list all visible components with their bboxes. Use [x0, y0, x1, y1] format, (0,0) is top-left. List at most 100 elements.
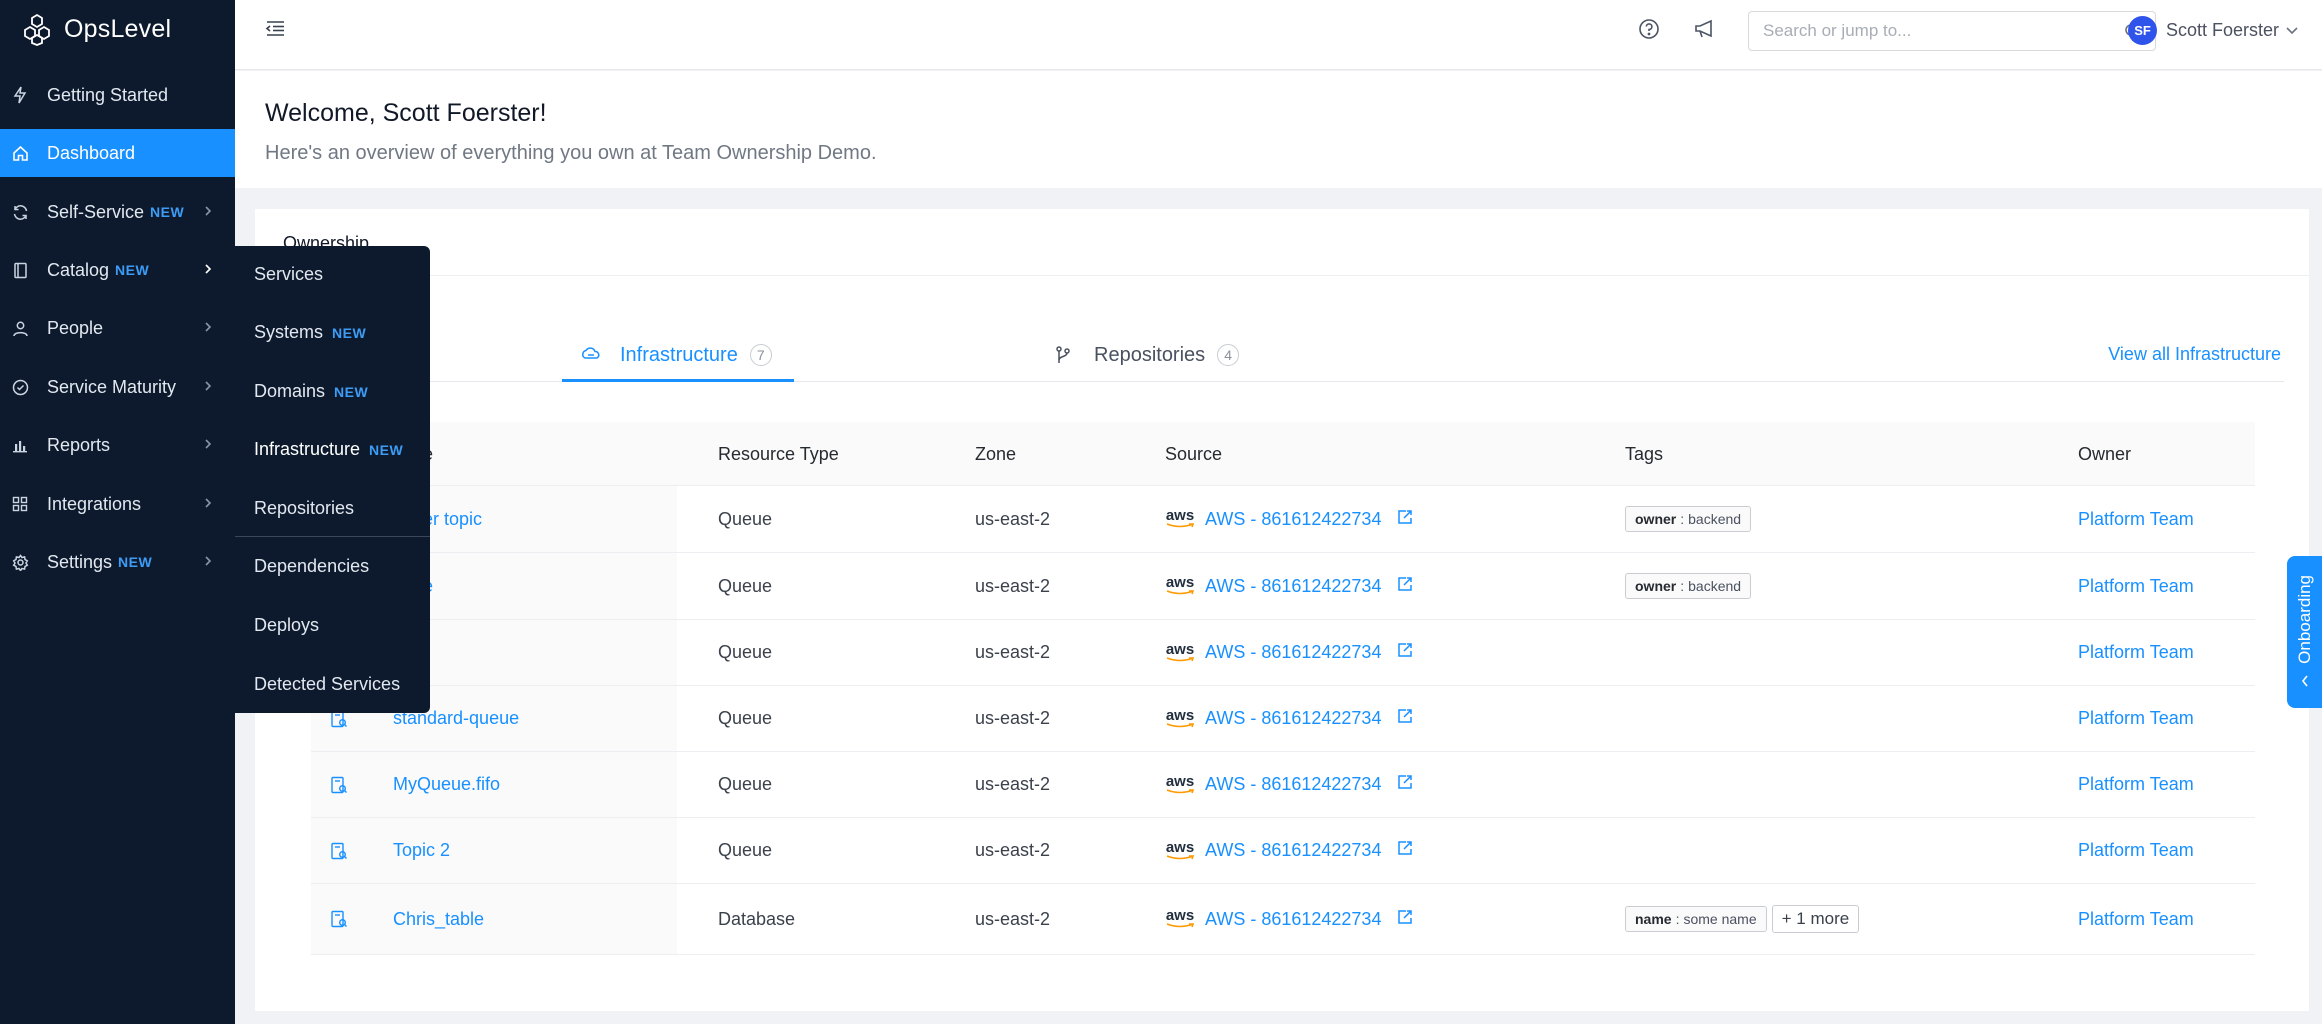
collapse-menu-icon[interactable]: [265, 18, 286, 39]
source-link[interactable]: AWS - 861612422734: [1205, 774, 1381, 795]
home-icon: [11, 144, 29, 162]
lightning-icon: [11, 86, 29, 104]
sidebar-item-settings[interactable]: Settings NEW: [0, 538, 235, 586]
source-cell: aws AWS - 861612422734: [1165, 620, 1413, 685]
new-badge: NEW: [334, 383, 369, 400]
tag-chip[interactable]: owner: backend: [1625, 573, 1752, 599]
zone: us-east-2: [975, 908, 1051, 929]
owner-link[interactable]: Platform Team: [2078, 884, 2194, 954]
owner-link[interactable]: Platform Team: [2078, 686, 2194, 751]
tags-cell: name: some name + 1 more: [1625, 884, 1860, 954]
owner-link[interactable]: Platform Team: [2078, 553, 2194, 619]
tags-cell: owner: backend: [1625, 553, 1752, 619]
search-box[interactable]: [1748, 11, 2156, 51]
external-link-icon[interactable]: [1397, 509, 1413, 530]
resource-name-link[interactable]: Topic 2: [393, 818, 450, 883]
catalog-submenu: Services Systems NEW Domains NEW Infrast…: [235, 246, 430, 713]
external-link-icon[interactable]: [1397, 708, 1413, 729]
column-header-resource-type[interactable]: Resource Type: [718, 422, 839, 486]
sidebar-item-getting-started[interactable]: Getting Started: [0, 71, 235, 119]
chevron-left-icon: [2301, 675, 2308, 687]
submenu-item-repositories[interactable]: Repositories: [254, 498, 354, 519]
table-row: Chris_table Database us-east-2 aws AWS - 861…: [311, 884, 2255, 955]
owner-link[interactable]: Platform Team: [2078, 620, 2194, 685]
column-header-source[interactable]: Source: [1165, 422, 1222, 486]
table-header: e Resource Type Zone Source Tags Owner: [311, 422, 2255, 486]
aws-logo-text: aws: [1165, 772, 1195, 790]
tag-key: owner: [1635, 578, 1677, 594]
view-all-infrastructure-link[interactable]: View all Infrastructure: [2108, 329, 2281, 379]
source-link[interactable]: AWS - 861612422734: [1205, 840, 1381, 861]
bar-chart-icon: [11, 436, 29, 454]
opslevel-logo-icon: [24, 13, 50, 46]
onboarding-label: Onboarding: [2294, 574, 2314, 664]
table-row: MyQueue.fifo Queue us-east-2 aws AWS - 86161…: [311, 752, 2255, 818]
column-header-owner[interactable]: Owner: [2078, 422, 2131, 486]
sidebar-item-integrations[interactable]: Integrations: [0, 480, 235, 528]
chevron-down-icon: [2286, 26, 2298, 34]
aws-logo-text: aws: [1165, 907, 1195, 924]
submenu-item-infrastructure[interactable]: Infrastructure NEW: [254, 439, 403, 460]
resource-name-link[interactable]: Chris_table: [393, 884, 484, 954]
source-link[interactable]: AWS - 861612422734: [1205, 576, 1381, 597]
infrastructure-resource-icon: [330, 818, 348, 883]
submenu-item-detected-services[interactable]: Detected Services: [254, 674, 400, 695]
sidebar-item-label: Service Maturity: [47, 376, 177, 397]
source-link[interactable]: AWS - 861612422734: [1205, 909, 1381, 930]
column-header-zone[interactable]: Zone: [975, 422, 1016, 486]
announcement-icon[interactable]: [1693, 18, 1717, 40]
sidebar-item-self-service[interactable]: Self-Service NEW: [0, 188, 235, 236]
page-subtitle: Here's an overview of everything you own…: [265, 142, 877, 164]
chevron-right-icon: [205, 381, 212, 391]
sidebar-item-catalog[interactable]: Catalog NEW: [0, 246, 235, 294]
sidebar-item-label: Integrations: [47, 493, 142, 514]
column-header-tags[interactable]: Tags: [1625, 422, 1663, 486]
user-menu[interactable]: SF Scott Foerster: [2128, 16, 2299, 45]
submenu-item-systems[interactable]: Systems NEW: [254, 322, 366, 343]
sidebar-item-label: Reports: [47, 434, 111, 455]
source-link[interactable]: AWS - 861612422734: [1205, 642, 1381, 663]
aws-logo-icon: aws: [1165, 642, 1195, 663]
external-link-icon[interactable]: [1397, 642, 1413, 663]
external-link-icon[interactable]: [1397, 909, 1413, 930]
submenu-item-services[interactable]: Services: [254, 264, 323, 285]
tag-chip[interactable]: owner: backend: [1625, 506, 1752, 532]
owner-link[interactable]: Platform Team: [2078, 752, 2194, 817]
sidebar-item-people[interactable]: People: [0, 304, 235, 352]
onboarding-panel-toggle[interactable]: Onboarding: [2287, 556, 2322, 708]
tag-key: name: [1635, 911, 1672, 927]
new-badge: NEW: [115, 262, 150, 278]
sidebar-item-label: People: [47, 317, 104, 338]
row-name-background: [311, 884, 677, 954]
opslevel-logo[interactable]: OpsLevel: [20, 12, 171, 46]
submenu-item-label: Repositories: [254, 498, 355, 518]
ownership-tabs: 5 Infrastructure 7 Repositories 4: [310, 329, 2284, 382]
more-tags-button[interactable]: + 1 more: [1771, 905, 1860, 933]
external-link-icon[interactable]: [1397, 840, 1413, 861]
new-badge: NEW: [369, 441, 404, 458]
owner-link[interactable]: Platform Team: [2078, 818, 2194, 883]
zone: us-east-2: [975, 642, 1051, 662]
submenu-item-deploys[interactable]: Deploys: [254, 615, 319, 636]
tag-separator: :: [1680, 511, 1685, 527]
external-link-icon[interactable]: [1397, 576, 1413, 597]
source-link[interactable]: AWS - 861612422734: [1205, 509, 1381, 530]
tab-repositories[interactable]: Repositories 4: [1055, 329, 1240, 381]
tab-infrastructure[interactable]: Infrastructure 7: [580, 329, 772, 381]
sidebar-item-label: Settings: [47, 551, 113, 572]
tag-separator: :: [1675, 911, 1680, 927]
sidebar-item-dashboard[interactable]: Dashboard: [0, 129, 235, 177]
external-link-icon[interactable]: [1397, 774, 1413, 795]
submenu-item-domains[interactable]: Domains NEW: [254, 381, 368, 402]
help-icon[interactable]: [1638, 18, 1660, 40]
resource-name-link[interactable]: MyQueue.fifo: [393, 752, 500, 817]
search-input[interactable]: [1763, 12, 2093, 50]
source-link[interactable]: AWS - 861612422734: [1205, 708, 1381, 729]
owner-link[interactable]: Platform Team: [2078, 486, 2194, 552]
submenu-item-dependencies[interactable]: Dependencies: [254, 556, 369, 577]
sidebar-item-service-maturity[interactable]: Service Maturity: [0, 363, 235, 411]
tag-chip[interactable]: name: some name: [1625, 906, 1767, 932]
resource-type: Queue: [718, 575, 773, 596]
grid-icon: [11, 495, 29, 513]
sidebar-item-reports[interactable]: Reports: [0, 421, 235, 469]
